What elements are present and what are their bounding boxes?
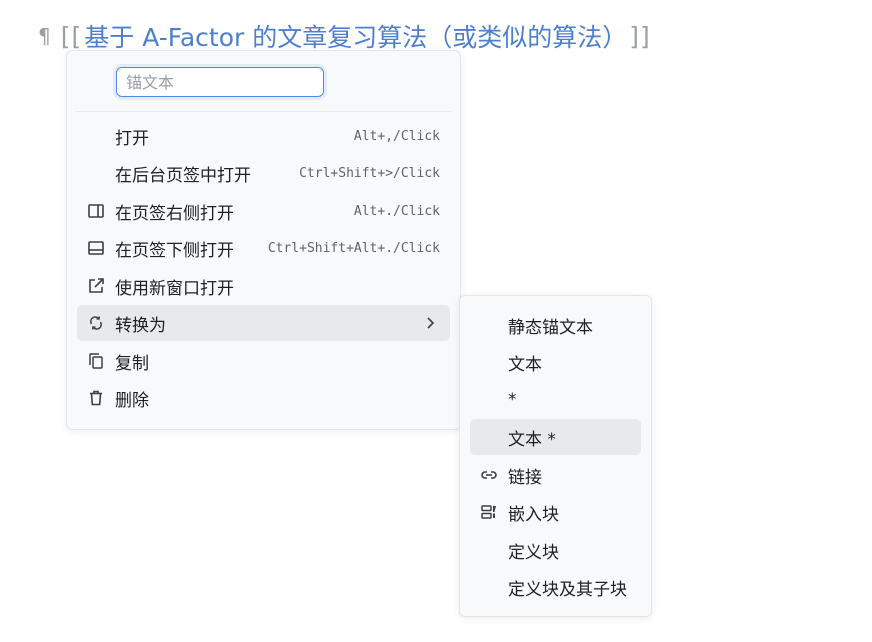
- menu-item-label: 在页签右侧打开: [115, 203, 234, 224]
- menu-item-label: 转换为: [115, 315, 166, 336]
- block-pilcrow-icon[interactable]: ¶: [38, 24, 51, 48]
- submenu-item-text-star[interactable]: 文本 *: [470, 419, 641, 455]
- submenu-item-text[interactable]: 文本: [470, 344, 641, 380]
- menu-item-label: 删除: [115, 390, 149, 411]
- submenu-item-embed-block[interactable]: 嵌入块: [470, 494, 641, 530]
- menu-item-label: 定义块: [508, 542, 559, 563]
- menu-item-open-bottom-tab[interactable]: 在页签下侧打开 Ctrl+Shift+Alt+./Click: [77, 230, 450, 266]
- menu-item-label: 文本: [508, 354, 542, 375]
- split-right-icon: [87, 202, 105, 220]
- block-ref-link[interactable]: 基于 A-Factor 的文章复习算法（或类似的算法）: [82, 18, 629, 54]
- menu-item-label: 在页签下侧打开: [115, 240, 234, 261]
- external-window-icon: [87, 277, 105, 295]
- menu-item-label: 使用新窗口打开: [115, 278, 234, 299]
- submenu-item-define-block[interactable]: 定义块: [470, 532, 641, 568]
- submenu-item-define-block-children[interactable]: 定义块及其子块: [470, 569, 641, 605]
- menu-item-label: 打开: [115, 128, 149, 149]
- menu-item-open-right-tab[interactable]: 在页签右侧打开 Alt+./Click: [77, 193, 450, 229]
- menu-item-shortcut: Alt+./Click: [353, 203, 440, 219]
- refresh-icon: [87, 314, 105, 332]
- ref-context-menu: 打开 Alt+,/Click 在后台页签中打开 Ctrl+Shift+>/Cli…: [66, 50, 461, 430]
- trash-icon: [87, 389, 105, 407]
- submenu-item-link[interactable]: 链接: [470, 457, 641, 493]
- submenu-item-star[interactable]: *: [470, 382, 641, 418]
- menu-item-convert-to[interactable]: 转换为: [77, 305, 450, 341]
- menu-item-label: 嵌入块: [508, 504, 559, 525]
- menu-item-label: 在后台页签中打开: [115, 165, 251, 186]
- menu-item-label: 链接: [508, 467, 542, 488]
- chevron-right-icon: [422, 315, 438, 331]
- menu-item-delete[interactable]: 删除: [77, 380, 450, 416]
- submenu-item-static-anchor[interactable]: 静态锚文本: [470, 307, 641, 343]
- link-icon: [480, 466, 498, 484]
- menu-item-label: 复制: [115, 353, 149, 374]
- copy-icon: [87, 352, 105, 370]
- menu-item-label: 文本 *: [508, 429, 556, 450]
- menu-item-copy[interactable]: 复制: [77, 343, 450, 379]
- menu-item-shortcut: Alt+,/Click: [353, 128, 440, 144]
- menu-item-open-new-window[interactable]: 使用新窗口打开: [77, 268, 450, 304]
- embed-block-icon: [480, 503, 498, 521]
- menu-item-label: *: [508, 390, 517, 410]
- anchor-text-input[interactable]: [116, 67, 324, 97]
- split-bottom-icon: [87, 239, 105, 257]
- menu-item-shortcut: Ctrl+Shift+>/Click: [299, 165, 440, 181]
- convert-to-submenu: 静态锚文本 文本 * 文本 * 链接 嵌入块 定义块 定义块及其子块: [459, 295, 652, 617]
- ref-close-brackets: ]]: [629, 21, 651, 51]
- menu-item-open-background-tab[interactable]: 在后台页签中打开 Ctrl+Shift+>/Click: [77, 155, 450, 191]
- menu-item-label: 静态锚文本: [508, 317, 593, 338]
- menu-item-shortcut: Ctrl+Shift+Alt+./Click: [267, 240, 440, 256]
- menu-item-label: 定义块及其子块: [508, 579, 627, 600]
- editor-line: ¶ [[ 基于 A-Factor 的文章复习算法（或类似的算法） ]]: [38, 18, 651, 54]
- menu-separator: [75, 111, 452, 112]
- ref-open-brackets: [[: [60, 21, 83, 51]
- menu-item-open[interactable]: 打开 Alt+,/Click: [77, 118, 450, 154]
